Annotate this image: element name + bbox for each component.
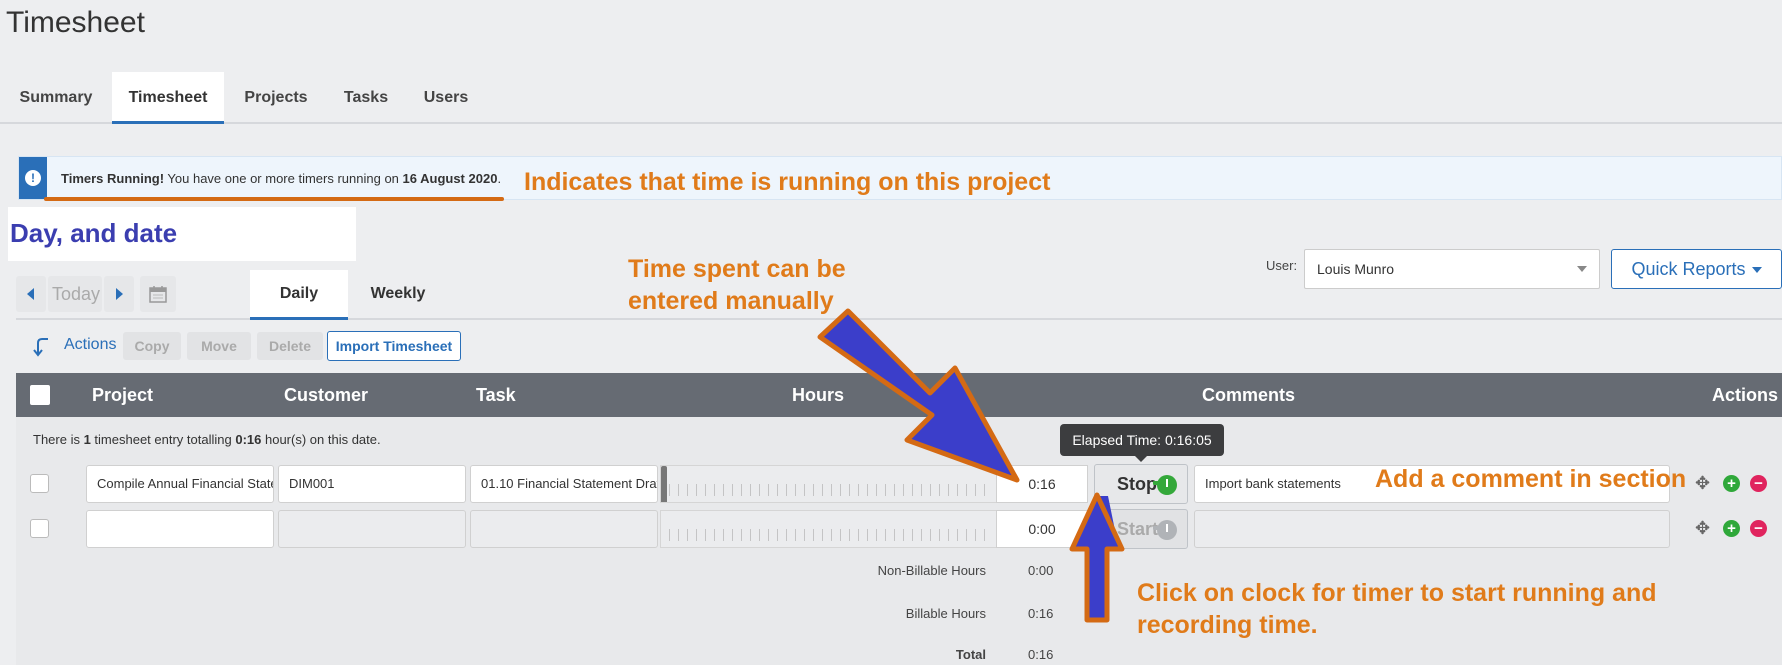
arrow-up-outline [1069, 492, 1125, 623]
annotation-arrows [817, 308, 1125, 623]
arrow-diagonal [817, 308, 1020, 483]
